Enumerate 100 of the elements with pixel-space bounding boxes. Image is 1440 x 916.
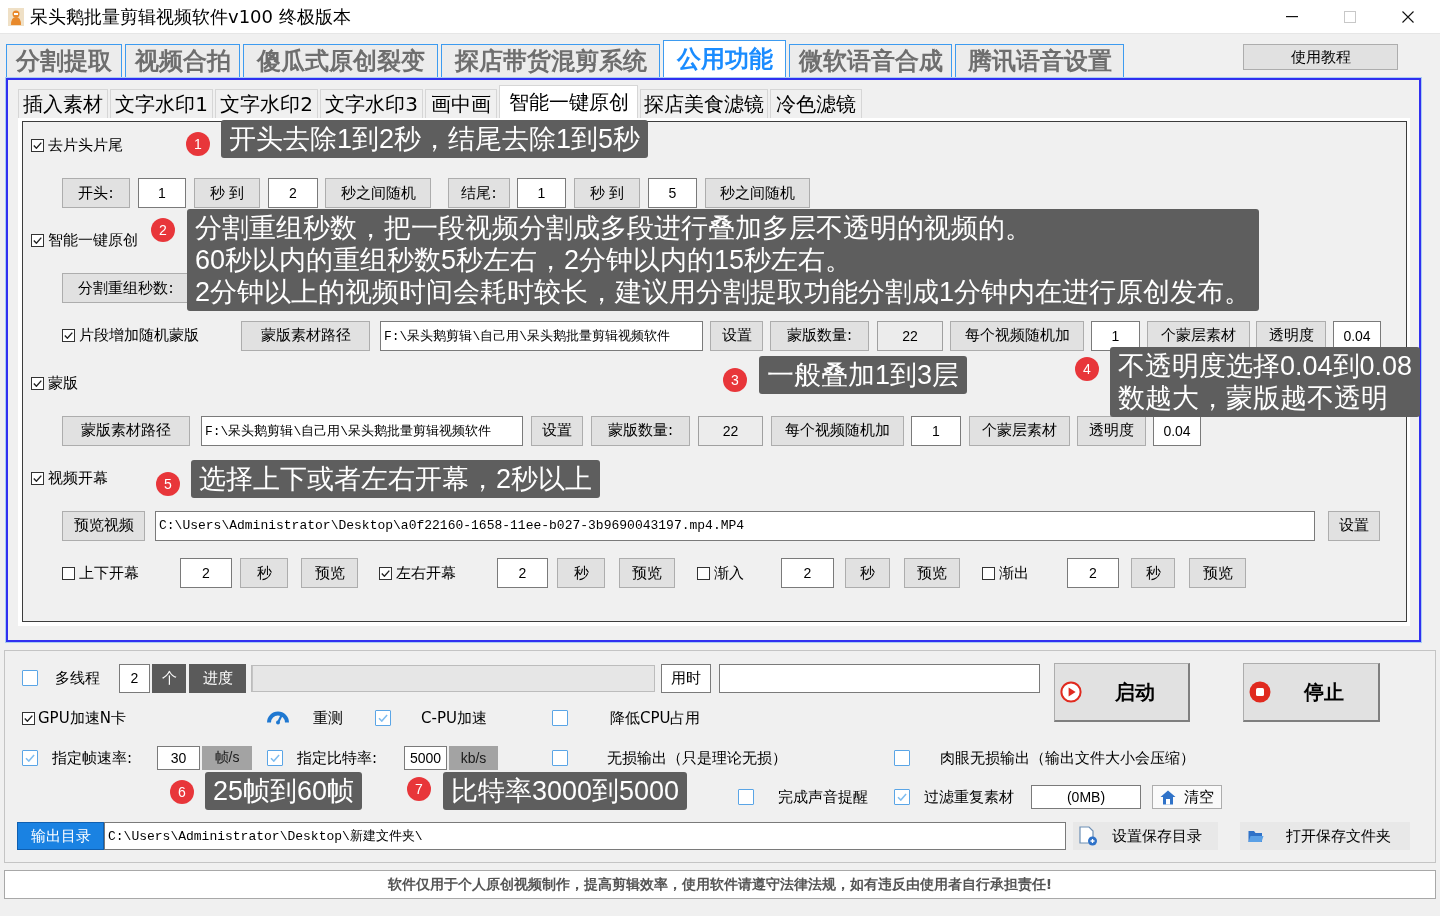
- checkbox[interactable]: [31, 234, 44, 248]
- panel-button[interactable]: 秒之间随机: [325, 178, 431, 209]
- annotation-tooltip: 选择上下或者左右开幕，2秒以上: [191, 460, 601, 498]
- clear-button[interactable]: 清空: [1152, 785, 1222, 809]
- checkbox[interactable]: [31, 376, 44, 390]
- save-dir-button[interactable]: 设置保存目录: [1073, 822, 1218, 850]
- stop-icon: [1249, 681, 1271, 703]
- panel-button[interactable]: 分割重组秒数:: [62, 273, 190, 304]
- panel-button[interactable]: 秒之间随机: [705, 178, 810, 209]
- input-field[interactable]: 1: [1091, 320, 1140, 351]
- checkbox-label: 渐出: [999, 563, 1029, 583]
- input-field[interactable]: 2: [1067, 558, 1119, 589]
- tab[interactable]: 傻瓜式原创裂变: [243, 44, 438, 77]
- tab[interactable]: 画中画: [425, 89, 497, 118]
- panel-button[interactable]: 预览: [301, 558, 358, 589]
- play-icon: [1060, 681, 1082, 703]
- input-field[interactable]: 1: [517, 178, 566, 209]
- panel-button[interactable]: 蒙版数量:: [591, 415, 690, 446]
- input-field[interactable]: (0MB): [1031, 785, 1141, 809]
- tab[interactable]: 智能一键原创: [499, 85, 638, 118]
- panel-button[interactable]: 蒙版素材路径: [241, 320, 370, 351]
- tab[interactable]: 探店带货混剪系统: [441, 44, 660, 77]
- checkbox-label: 去片头片尾: [48, 136, 123, 156]
- panel-button[interactable]: 秒: [240, 558, 288, 589]
- panel-button[interactable]: 预览: [1189, 558, 1246, 589]
- checkbox[interactable]: [22, 670, 38, 686]
- panel-button[interactable]: 蒙版数量:: [770, 320, 869, 351]
- open-dir-button[interactable]: 打开保存文件夹: [1240, 822, 1410, 850]
- panel-button[interactable]: 设置: [531, 415, 583, 446]
- tutorial-button[interactable]: 使用教程: [1243, 44, 1398, 70]
- input-field[interactable]: [719, 663, 1040, 693]
- tab[interactable]: 微软语音合成: [789, 44, 952, 77]
- input-field[interactable]: 5: [648, 178, 697, 209]
- minimize-icon[interactable]: [1286, 15, 1298, 18]
- panel-button[interactable]: 每个视频随机加: [950, 320, 1084, 351]
- input-field[interactable]: 2: [119, 663, 150, 693]
- close-icon[interactable]: [1402, 10, 1414, 23]
- tab[interactable]: 文字水印2: [215, 89, 318, 118]
- panel-button[interactable]: 秒 到: [574, 178, 640, 209]
- panel-button[interactable]: 秒: [557, 558, 605, 589]
- panel-button[interactable]: 秒: [1131, 558, 1175, 589]
- path-field[interactable]: C:\Users\Administrator\Desktop\新建文件夹\: [104, 822, 1066, 850]
- panel-button[interactable]: 蒙版素材路径: [62, 415, 190, 446]
- panel-button[interactable]: 结尾:: [448, 178, 510, 209]
- path-field[interactable]: F:\呆头鹅剪辑\自己用\呆头鹅批量剪辑视频软件: [380, 320, 703, 351]
- tab[interactable]: 文字水印3: [320, 89, 423, 118]
- house-icon: [1160, 789, 1176, 805]
- panel-button[interactable]: 开头:: [62, 178, 130, 209]
- readonly-field[interactable]: 22: [877, 320, 943, 351]
- input-field[interactable]: 1: [911, 415, 961, 446]
- input-field[interactable]: 2: [781, 558, 834, 589]
- tab[interactable]: 插入素材: [18, 89, 108, 118]
- stop-button[interactable]: 停止: [1243, 663, 1380, 722]
- checkbox[interactable]: [697, 566, 710, 580]
- start-button[interactable]: 启动: [1054, 663, 1190, 722]
- checkbox[interactable]: [379, 566, 392, 580]
- panel-button[interactable]: 预览: [619, 558, 675, 589]
- input-field[interactable]: 30: [157, 746, 200, 770]
- tab[interactable]: 视频合拍: [125, 44, 240, 77]
- panel-button[interactable]: 设置: [1328, 510, 1380, 541]
- checkbox[interactable]: [552, 750, 568, 766]
- tab[interactable]: 分割提取: [6, 44, 122, 77]
- label-tag: 进度: [189, 663, 246, 693]
- panel-button[interactable]: 秒 到: [194, 178, 260, 209]
- input-field[interactable]: 2: [180, 558, 232, 589]
- input-field[interactable]: 1: [138, 178, 186, 209]
- path-field[interactable]: F:\呆头鹅剪辑\自己用\呆头鹅批量剪辑视频软件: [201, 415, 523, 446]
- checkbox[interactable]: [62, 566, 75, 580]
- checkbox[interactable]: [894, 750, 910, 766]
- retest-button[interactable]: 重测: [266, 703, 356, 733]
- checkbox[interactable]: [31, 471, 44, 485]
- tab[interactable]: 冷色滤镜: [770, 89, 862, 118]
- checkbox[interactable]: [22, 711, 35, 725]
- input-field[interactable]: 2: [268, 178, 318, 209]
- panel-button[interactable]: 预览视频: [62, 510, 145, 541]
- checkbox[interactable]: [894, 789, 910, 805]
- input-field[interactable]: 0.04: [1153, 415, 1201, 446]
- panel-button[interactable]: 每个视频随机加: [771, 415, 904, 446]
- checkbox[interactable]: [982, 566, 995, 580]
- checkbox[interactable]: [552, 710, 568, 726]
- checkbox[interactable]: [267, 750, 283, 766]
- tab[interactable]: 探店美食滤镜: [640, 89, 768, 118]
- checkbox[interactable]: [738, 789, 754, 805]
- checkmark-icon: [33, 142, 42, 150]
- panel-button[interactable]: 设置: [710, 320, 763, 351]
- panel-button[interactable]: 秒: [845, 558, 890, 589]
- checkbox-label: 降低CPU占用: [610, 708, 701, 728]
- checkbox[interactable]: [375, 710, 391, 726]
- path-field[interactable]: C:\Users\Administrator\Desktop\a0f22160-1658-11ee-b027-3b9690043197.mp4.MP4: [155, 510, 1315, 541]
- checkbox[interactable]: [22, 750, 38, 766]
- input-field[interactable]: 5000: [404, 746, 447, 770]
- readonly-field[interactable]: 22: [698, 415, 763, 446]
- panel-button[interactable]: 个蒙层素材: [969, 415, 1070, 446]
- panel-button[interactable]: 透明度: [1077, 415, 1146, 446]
- checkbox[interactable]: [62, 329, 75, 343]
- checkbox[interactable]: [31, 139, 44, 153]
- tab[interactable]: 腾讯语音设置: [955, 44, 1124, 77]
- input-field[interactable]: 2: [497, 558, 548, 589]
- panel-button[interactable]: 预览: [904, 558, 960, 589]
- tab[interactable]: 文字水印1: [110, 89, 213, 118]
